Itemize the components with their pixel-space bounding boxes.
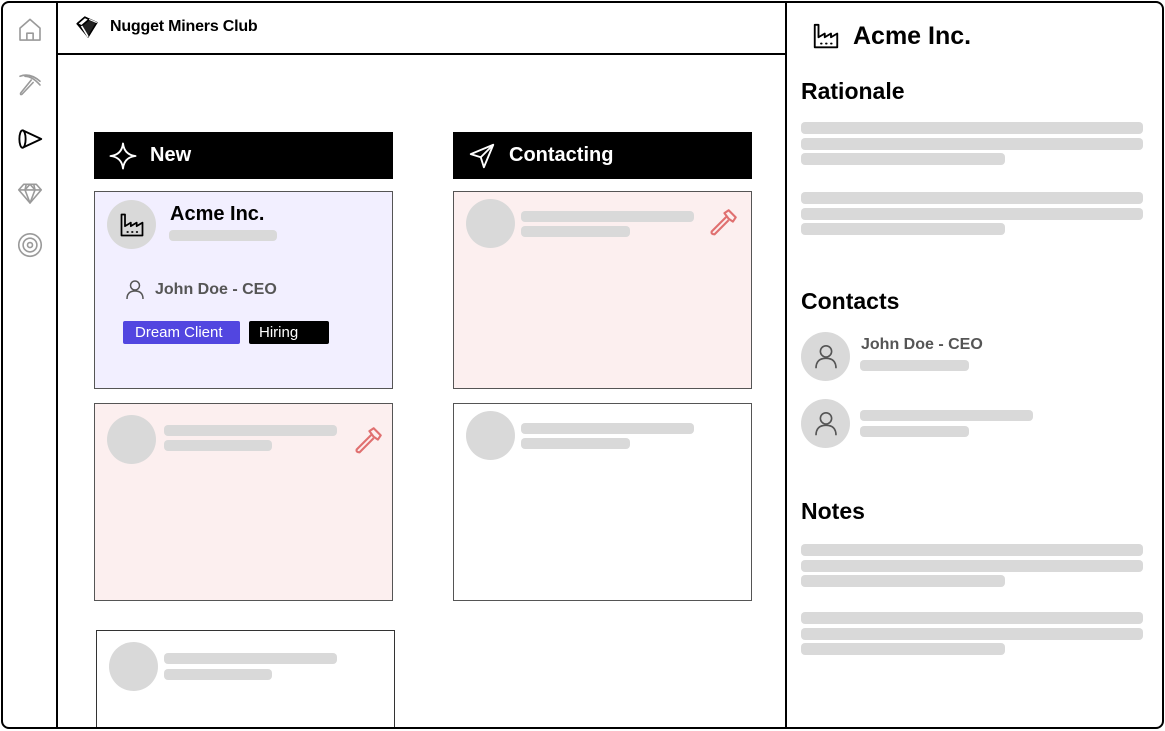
placeholder-line — [801, 612, 1143, 624]
section-title-contacts: Contacts — [801, 288, 900, 314]
placeholder-line — [521, 438, 630, 449]
company-name: Acme Inc. — [170, 203, 265, 225]
lead-card[interactable] — [453, 191, 752, 389]
column-title: Contacting — [509, 144, 614, 166]
column-header-new: New — [94, 132, 393, 179]
placeholder-line — [860, 360, 969, 371]
factory-icon — [813, 23, 839, 49]
placeholder-line — [164, 440, 272, 451]
placeholder-line — [164, 425, 337, 436]
placeholder-line — [169, 230, 277, 241]
sidebar-item-gems[interactable] — [13, 176, 47, 210]
hammer-icon — [710, 209, 737, 236]
person-icon — [126, 280, 144, 300]
contact-name[interactable]: John Doe - CEO — [861, 336, 983, 354]
sidebar-item-pipeline[interactable] — [13, 122, 47, 156]
contact-avatar[interactable] — [801, 399, 850, 448]
placeholder-line — [521, 211, 694, 222]
placeholder-line — [801, 643, 1005, 655]
hammer-icon — [355, 427, 382, 454]
company-avatar — [107, 200, 156, 249]
lead-card[interactable] — [96, 630, 395, 727]
person-icon — [814, 344, 837, 368]
factory-icon — [120, 213, 143, 236]
placeholder-line — [801, 192, 1143, 204]
column-header-contacting: Contacting — [453, 132, 752, 179]
gold-nugget-icon — [76, 16, 98, 38]
megaphone-icon — [18, 129, 43, 149]
contact-avatar[interactable] — [801, 332, 850, 381]
placeholder-line — [860, 410, 1033, 421]
placeholder-line — [801, 560, 1143, 572]
avatar-placeholder — [466, 199, 515, 248]
app-name: Nugget Miners Club — [110, 18, 258, 35]
placeholder-line — [164, 669, 272, 680]
contact-name: John Doe - CEO — [155, 281, 277, 298]
sparkle-icon — [109, 142, 137, 169]
placeholder-line — [801, 138, 1143, 150]
placeholder-line — [801, 628, 1143, 640]
placeholder-line — [860, 426, 969, 437]
top-bar: Nugget Miners Club — [58, 3, 785, 55]
avatar-placeholder — [466, 411, 515, 460]
send-icon — [469, 143, 495, 168]
column-title: New — [150, 144, 192, 166]
section-title-rationale: Rationale — [801, 78, 905, 104]
placeholder-line — [164, 653, 337, 664]
tag-hiring[interactable]: Hiring — [249, 321, 329, 344]
sidebar-item-home[interactable] — [13, 13, 47, 47]
placeholder-line — [801, 208, 1143, 220]
placeholder-line — [801, 223, 1005, 235]
target-icon — [17, 232, 43, 258]
board-area: Nugget Miners Club New Acme Inc. John Do… — [58, 3, 785, 727]
detail-panel: Acme Inc. Rationale Contacts John Doe - … — [785, 3, 1162, 727]
card-contact: John Doe - CEO — [123, 278, 277, 302]
placeholder-line — [801, 153, 1005, 165]
lead-card[interactable] — [453, 403, 752, 601]
detail-company-name: Acme Inc. — [853, 21, 972, 50]
placeholder-line — [801, 122, 1143, 134]
sidebar — [3, 3, 58, 727]
pickaxe-icon — [19, 74, 41, 96]
lead-card-acme[interactable]: Acme Inc. John Doe - CEO Dream Client Hi… — [94, 191, 393, 389]
placeholder-line — [801, 544, 1143, 556]
detail-header: Acme Inc. — [811, 21, 971, 51]
sidebar-item-targets[interactable] — [13, 228, 47, 262]
diamond-icon — [17, 183, 43, 204]
placeholder-line — [521, 226, 630, 237]
home-icon — [19, 18, 41, 41]
avatar-placeholder — [109, 642, 158, 691]
placeholder-line — [521, 423, 694, 434]
tag-dream-client[interactable]: Dream Client — [123, 321, 240, 344]
person-icon — [814, 411, 837, 435]
avatar-placeholder — [107, 415, 156, 464]
app-window: Nugget Miners Club New Acme Inc. John Do… — [1, 1, 1164, 729]
section-title-notes: Notes — [801, 498, 865, 524]
sidebar-item-mine[interactable] — [13, 68, 47, 102]
lead-card[interactable] — [94, 403, 393, 601]
placeholder-line — [801, 575, 1005, 587]
